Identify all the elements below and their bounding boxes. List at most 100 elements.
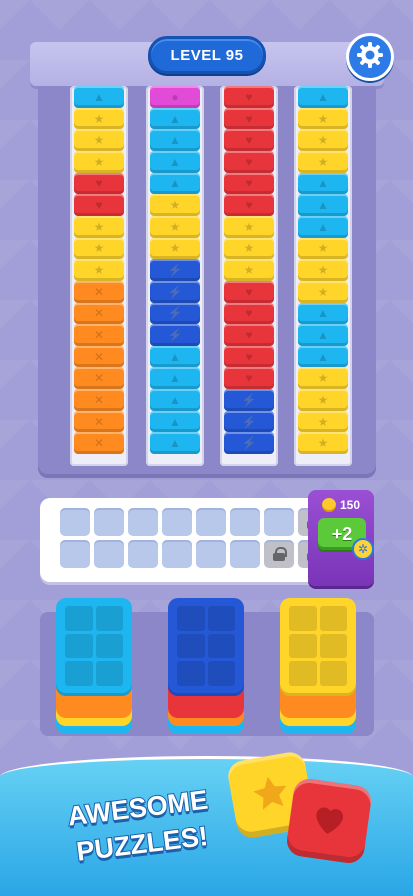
triangle-icon: ▲ [317,306,329,321]
star-icon: ★ [317,241,329,256]
lock-icon [273,547,287,561]
tube-4[interactable]: ★ ★ ★ ★ ▲ ▲ ▲ ★ ★ ★ ▲ ▲ ▲ ★ ★ ★ ▲ [294,86,352,466]
star-icon: ★ [317,371,329,386]
yellow-block: ★ [74,151,124,173]
triangle-icon: ▲ [169,133,181,148]
triangle-icon: ▲ [317,89,329,104]
heart-icon: ♥ [245,176,253,191]
tray-cell [65,633,93,659]
heart-icon: ♥ [245,89,253,104]
add-slots-booster[interactable]: 150 +2 ✲ [308,490,374,586]
red-heart-cube [284,776,374,866]
cyan-block: ▲ [150,367,200,390]
star-icon: ★ [93,133,105,148]
tray-cell [207,661,235,686]
tray-cell [65,661,93,686]
wheel-icon: ✲ [352,538,374,560]
tube-3[interactable]: ⚡ ⚡ ⚡ ♥ ♥ ♥ ♥ ♥ ★ ★ ★ ♥ ♥ ♥ ♥ ♥ ♥ [220,86,278,466]
locked-slot[interactable] [264,540,294,568]
cross-icon: ✕ [93,284,105,299]
red-block: ♥ [224,129,274,152]
level-indicator: LEVEL 95 [148,36,266,74]
cross-icon: ✕ [93,414,105,429]
slot-tray [40,498,332,582]
booster-price: 150 [308,498,374,512]
cross-icon: ✕ [93,327,105,342]
triangle-icon: ▲ [169,111,181,126]
empty-slot [162,540,192,568]
bolt-icon: ⚡ [167,327,183,342]
stack-top-tray [168,598,244,696]
red-block: ♥ [224,86,274,108]
tray-cell [289,633,317,659]
triangle-icon: ▲ [317,219,329,234]
bolt-icon: ⚡ [241,436,257,451]
red-block: ♥ [224,345,274,368]
blue-block: ⚡ [224,389,274,411]
heart-icon: ♥ [245,284,253,299]
tray-grid [177,606,235,686]
orange-block: ✕ [74,367,124,390]
triangle-icon: ▲ [317,198,329,213]
empty-slot [162,508,192,536]
star-icon: ★ [317,436,329,451]
triangle-icon: ▲ [169,414,181,429]
tube-1[interactable]: ✕ ✕ ✕ ✕ ✕ ✕ ✕ ✕ ★ ★ ★ ♥ ♥ ★ ★ ★ ▲ [70,86,128,466]
settings-button[interactable] [346,33,394,81]
cyan-block: ▲ [150,410,200,433]
yellow-block: ★ [74,129,124,152]
cross-icon: ✕ [93,371,105,386]
empty-slot [94,540,124,568]
yellow-block: ★ [150,215,200,238]
tube-2[interactable]: ▲ ▲ ▲ ▲ ▲ ⚡ ⚡ ⚡ ⚡ ★ ★ ★ ▲ ▲ ▲ ▲ ● [146,86,204,466]
cyan-block: ▲ [298,86,348,108]
cyan-block: ▲ [298,345,348,368]
star-icon: ★ [317,154,329,169]
heart-icon: ♥ [245,154,253,169]
orange-block: ✕ [74,324,124,346]
empty-slot [230,508,260,536]
triangle-icon: ▲ [169,176,181,191]
blue-block: ⚡ [224,432,274,454]
tray-cell [177,661,205,686]
cyan-block: ▲ [74,86,124,108]
cyan-block: ▲ [150,151,200,173]
yellow-block: ★ [298,410,348,433]
heart-icon: ♥ [245,349,253,364]
cyan-block: ▲ [298,302,348,325]
yellow-block: ★ [298,432,348,454]
triangle-icon: ▲ [169,436,181,451]
empty-slot [60,540,90,568]
tray-cell [65,606,93,631]
blue-block: ⚡ [150,324,200,346]
yellow-block: ★ [224,215,274,238]
tray-cell [207,633,235,659]
tray-cell [95,661,123,686]
star-icon: ★ [169,198,181,213]
tray-cell [319,633,347,659]
cross-icon: ✕ [93,306,105,321]
orange-block: ✕ [74,432,124,454]
star-icon: ★ [93,154,105,169]
red-block: ♥ [74,194,124,216]
orange-block: ✕ [74,345,124,368]
blue-block: ⚡ [224,410,274,433]
triangle-icon: ▲ [93,89,105,104]
star-icon: ★ [317,263,329,278]
bolt-icon: ⚡ [241,414,257,429]
yellow-block: ★ [298,259,348,281]
tray-cell [289,661,317,686]
bolt-icon: ⚡ [241,392,257,407]
cross-icon: ✕ [93,392,105,407]
yellow-block: ★ [298,107,348,130]
cyan-block: ▲ [298,324,348,346]
heart-icon: ♥ [245,133,253,148]
star-icon: ★ [317,111,329,126]
yellow-block: ★ [74,259,124,281]
magenta-block: ● [150,86,200,108]
red-block: ♥ [224,302,274,325]
yellow-block: ★ [74,237,124,260]
dot-icon: ● [171,89,179,104]
empty-slot [196,508,226,536]
orange-block: ✕ [74,280,124,303]
